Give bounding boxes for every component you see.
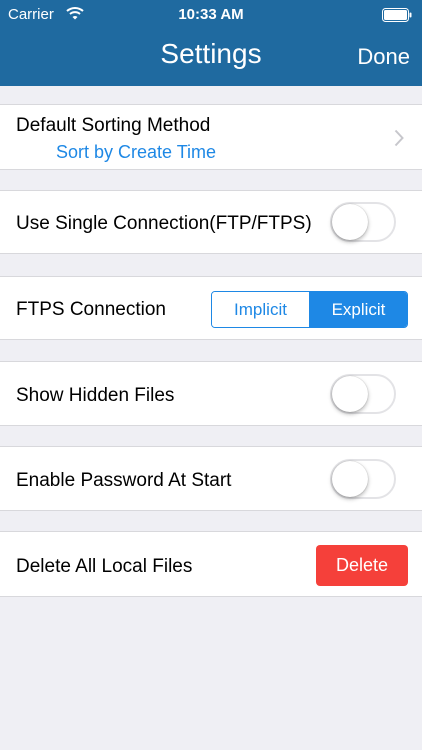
- status-bar: Carrier 10:33 AM: [0, 0, 422, 30]
- sorting-method-label: Default Sorting Method: [16, 115, 211, 136]
- ftps-connection-label: FTPS Connection: [16, 299, 166, 320]
- battery-icon: [382, 8, 412, 22]
- single-connection-label: Use Single Connection(FTP/FTPS): [16, 213, 312, 234]
- hidden-files-row: Show Hidden Files: [0, 361, 422, 426]
- chevron-right-icon: [394, 129, 404, 147]
- clock-time: 10:33 AM: [178, 6, 244, 23]
- hidden-files-toggle[interactable]: [330, 374, 396, 414]
- ftps-mode-segmented-control: Implicit Explicit: [211, 291, 408, 328]
- delete-local-files-row: Delete All Local Files Delete: [0, 531, 422, 597]
- delete-local-files-label: Delete All Local Files: [16, 556, 193, 577]
- password-at-start-label: Enable Password At Start: [16, 470, 232, 491]
- single-connection-toggle[interactable]: [330, 202, 396, 242]
- ftps-implicit-segment[interactable]: Implicit: [212, 292, 309, 327]
- done-button[interactable]: Done: [357, 44, 410, 70]
- toggle-knob: [332, 376, 368, 412]
- password-at-start-toggle[interactable]: [330, 459, 396, 499]
- password-at-start-row: Enable Password At Start: [0, 446, 422, 511]
- sorting-method-value: Sort by Create Time: [56, 142, 217, 162]
- hidden-files-label: Show Hidden Files: [16, 385, 175, 406]
- ftps-explicit-segment[interactable]: Explicit: [309, 292, 407, 327]
- ftps-connection-row: FTPS Connection Implicit Explicit: [0, 276, 422, 340]
- sorting-method-row[interactable]: Default Sorting Method Sort by Create Ti…: [0, 104, 422, 170]
- navigation-bar: Carrier 10:33 AM Settings Done: [0, 0, 422, 86]
- toggle-knob: [332, 204, 368, 240]
- single-connection-row: Use Single Connection(FTP/FTPS): [0, 190, 422, 254]
- delete-button[interactable]: Delete: [316, 545, 408, 586]
- toggle-knob: [332, 461, 368, 497]
